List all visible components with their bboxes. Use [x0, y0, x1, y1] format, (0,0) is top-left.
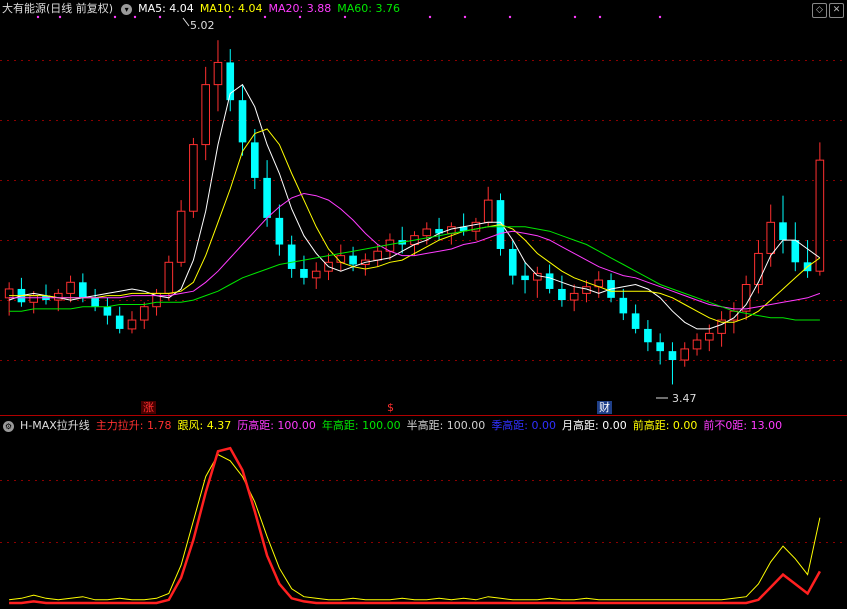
ma60-value: MA60: 3.76	[337, 2, 400, 15]
candle-body-up	[766, 221, 776, 254]
candle-body-up	[201, 84, 210, 146]
candle-body-down	[251, 142, 259, 178]
indicator-main-rise: 主力拉升: 1.78	[95, 419, 172, 432]
candle-body-down	[619, 297, 628, 314]
ma-line-ma5	[8, 83, 821, 330]
candle-body-up	[373, 250, 382, 261]
candle-body-up	[29, 295, 39, 303]
candle-body-up	[4, 288, 14, 299]
indicator-prev-nonzero-dist: 前不0距: 13.00	[703, 419, 783, 432]
candle-body-up	[569, 292, 579, 301]
candle-body-down	[656, 342, 664, 352]
signal-dot	[428, 15, 432, 19]
grid-lines	[0, 15, 847, 543]
low-price-label: 3.47	[672, 392, 697, 405]
candle-body-up	[213, 61, 223, 86]
candle-body-up	[176, 210, 186, 263]
candle-body-down	[545, 273, 554, 289]
candle-body-up	[815, 159, 825, 272]
candle-body-up	[311, 270, 321, 279]
candle-body-up	[754, 252, 763, 286]
candle-body-up	[66, 281, 75, 294]
limit-up-marker[interactable]: 涨	[141, 401, 156, 414]
candle-body-down	[791, 240, 800, 263]
indicator-follow: 跟风: 4.37	[177, 419, 232, 432]
candle-body-down	[558, 288, 566, 301]
candle-body-down	[238, 100, 247, 143]
candle-body-down	[287, 244, 296, 269]
follow-line	[9, 453, 821, 601]
close-icon[interactable]: ✕	[829, 3, 844, 18]
main-rise-line	[9, 446, 821, 605]
candle-body-down	[91, 297, 99, 307]
stock-title[interactable]: 大有能源(日线 前复权)	[2, 0, 113, 18]
candle-body-down	[300, 268, 308, 278]
candle-body-up	[139, 306, 149, 321]
gear-icon[interactable]: ⚙	[3, 420, 14, 432]
ma5-value: MA5: 4.04	[138, 2, 194, 15]
indicator-year-high-dist: 年高距: 100.00	[321, 419, 401, 432]
candlestick-series	[4, 40, 825, 385]
candle-body-down	[115, 315, 124, 329]
signal-dot	[598, 15, 602, 19]
candle-body-down	[103, 306, 112, 316]
indicator-name[interactable]: H-MAX拉升线	[20, 417, 90, 435]
candle-body-up	[704, 332, 714, 341]
candle-body-up	[164, 261, 174, 294]
main-chart-header: 大有能源(日线 前复权) ▾ MA5: 4.04 MA10: 4.04 MA20…	[0, 0, 406, 18]
candle-body-up	[533, 272, 542, 281]
ma-line-ma10	[9, 128, 821, 323]
candle-body-up	[127, 319, 137, 330]
finance-marker[interactable]: 财	[597, 401, 612, 414]
candle-body-down	[779, 222, 787, 241]
candle-body-down	[631, 313, 640, 329]
candle-body-up	[692, 339, 702, 350]
candle-body-up	[483, 199, 493, 223]
indicator-prev-high-dist: 前高距: 0.00	[632, 419, 698, 432]
signal-dot	[463, 15, 467, 19]
high-price-pointer	[182, 17, 190, 27]
indicator-header: ⚙ H-MAX拉升线 主力拉升: 1.78 跟风: 4.37 历高距: 100.…	[0, 417, 788, 435]
candle-body-down	[644, 328, 652, 343]
candle-body-down	[275, 217, 284, 245]
candle-body-up	[53, 292, 63, 301]
indicator-hist-high-dist: 历高距: 100.00	[237, 419, 316, 432]
indicator-lines	[9, 446, 821, 605]
signal-dot	[658, 15, 662, 19]
moving-average-lines	[8, 83, 821, 330]
candle-body-up	[680, 348, 690, 361]
candle-body-down	[263, 177, 271, 218]
dollar-marker[interactable]: $	[385, 401, 396, 414]
diamond-icon[interactable]: ◇	[812, 3, 827, 18]
chevron-down-icon[interactable]: ▾	[121, 3, 133, 15]
candle-body-up	[189, 144, 198, 212]
candle-body-down	[349, 255, 357, 265]
ma10-value: MA10: 4.04	[199, 2, 263, 15]
ma20-value: MA20: 3.88	[268, 2, 332, 15]
signal-dot	[573, 15, 577, 19]
signal-dot	[508, 15, 512, 19]
candle-body-down	[79, 282, 87, 298]
candle-body-up	[422, 228, 432, 237]
candle-body-down	[508, 248, 517, 276]
chart-canvas[interactable]	[0, 0, 847, 609]
candle-body-down	[668, 351, 677, 361]
indicator-month-high-dist: 月高距: 0.00	[562, 419, 627, 432]
high-price-label: 5.02	[190, 19, 215, 32]
indicator-quarter-high-dist: 季高距: 0.00	[491, 419, 557, 432]
indicator-half-high-dist: 半高距: 100.00	[406, 419, 486, 432]
candle-body-down	[521, 275, 529, 281]
